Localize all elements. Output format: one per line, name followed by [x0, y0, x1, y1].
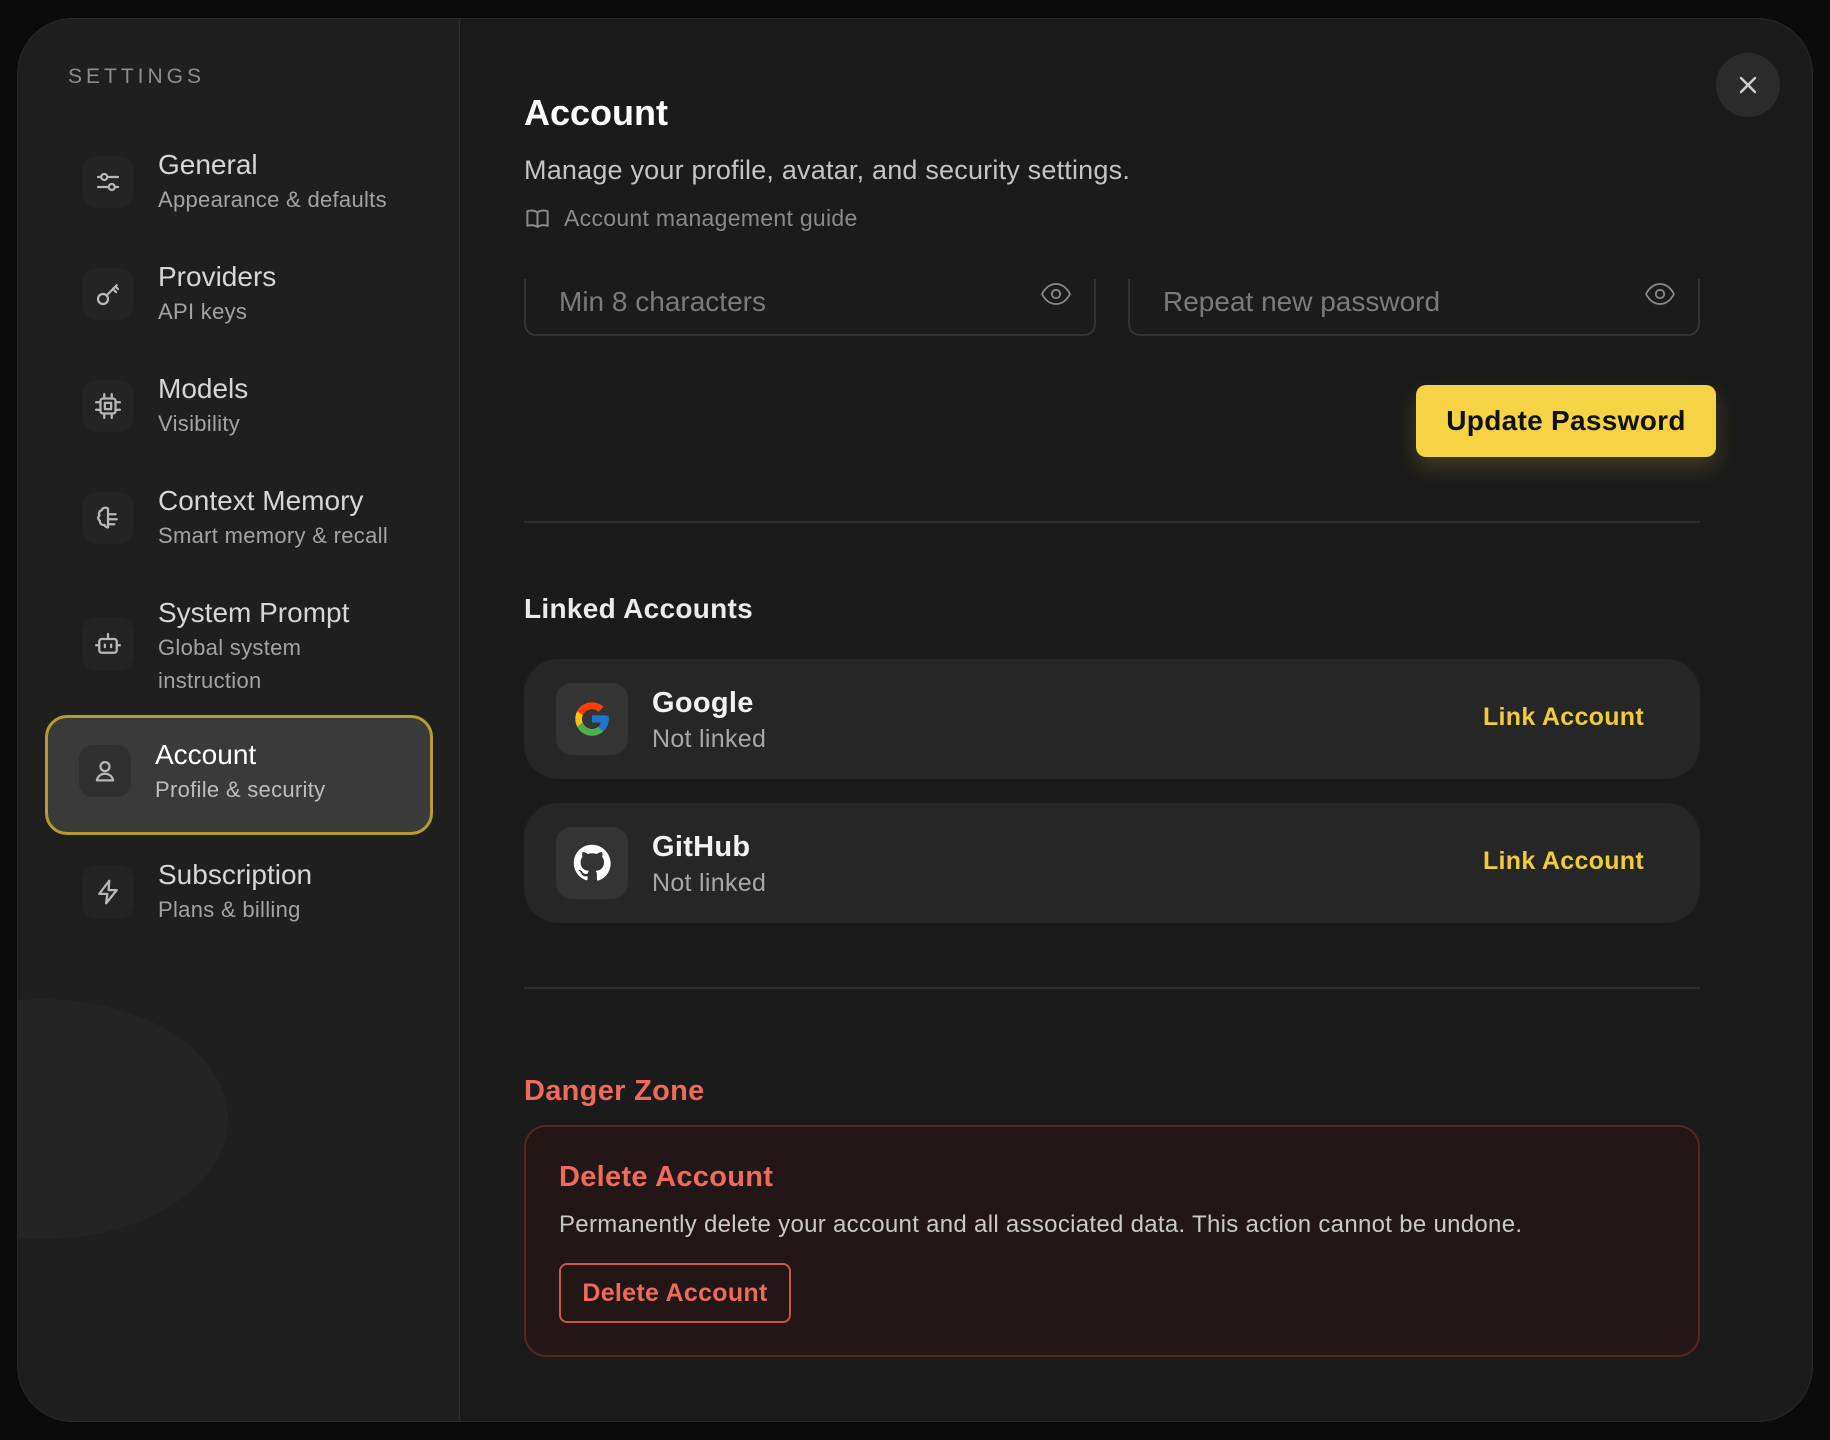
sidebar-item-account[interactable]: Account Profile & security [45, 715, 433, 835]
password-fields [524, 279, 1700, 336]
delete-account-heading: Delete Account [559, 1161, 774, 1193]
page-description: Manage your profile, avatar, and securit… [524, 155, 1131, 185]
account-link-status: Not linked [652, 869, 767, 897]
sidebar-item-subtitle: Global system instruction [158, 635, 302, 693]
account-provider-name: GitHub [652, 831, 751, 863]
section-divider [524, 521, 1700, 523]
brain-icon [82, 492, 134, 544]
confirm-password-field [1128, 279, 1700, 336]
chip-icon [82, 380, 134, 432]
account-panel: Account Manage your profile, avatar, and… [460, 19, 1812, 1421]
bot-icon [82, 618, 134, 670]
sidebar-item-subtitle: API keys [158, 299, 248, 324]
link-google-button[interactable]: Link Account [1483, 703, 1644, 732]
delete-account-description: Permanently delete your account and all … [559, 1211, 1523, 1238]
sidebar-item-subtitle: Appearance & defaults [158, 187, 387, 212]
sidebar-item-models[interactable]: Models Visibility [45, 349, 433, 461]
settings-modal: SETTINGS General Appearance & defaults P… [17, 18, 1813, 1422]
delete-account-box: Delete Account Permanently delete your a… [524, 1125, 1700, 1357]
sidebar-item-title: Context Memory [158, 485, 364, 516]
confirm-password-input[interactable] [1130, 279, 1698, 334]
show-confirm-password-toggle[interactable] [1644, 281, 1676, 307]
book-icon [526, 209, 549, 228]
sidebar-item-title: Models [158, 373, 249, 404]
eye-icon [1040, 283, 1072, 305]
sidebar-item-subtitle: Visibility [158, 411, 241, 436]
show-password-toggle[interactable] [1040, 281, 1072, 307]
sidebar-item-subtitle: Plans & billing [158, 897, 301, 922]
account-link-status: Not linked [652, 725, 767, 753]
close-icon [1739, 76, 1757, 94]
sidebar-item-subtitle: Smart memory & recall [158, 523, 389, 548]
close-button[interactable] [1716, 53, 1780, 117]
sliders-icon [82, 156, 134, 208]
update-password-button[interactable]: Update Password [1416, 385, 1716, 457]
sidebar-item-general[interactable]: General Appearance & defaults [45, 125, 433, 237]
sidebar-item-title: Account [155, 739, 257, 770]
google-icon [556, 683, 628, 755]
sidebar-item-providers[interactable]: Providers API keys [45, 237, 433, 349]
user-icon [79, 745, 131, 797]
danger-zone-title: Danger Zone [524, 1075, 705, 1107]
linked-account-github: GitHub Not linked Link Account [524, 803, 1700, 923]
account-guide-link[interactable]: Account management guide [524, 205, 1812, 232]
page-title: Account [524, 92, 668, 133]
decorative-blob [18, 999, 228, 1239]
bolt-icon [82, 866, 134, 918]
sidebar-item-title: Providers [158, 261, 277, 292]
settings-sidebar: SETTINGS General Appearance & defaults P… [18, 19, 460, 1421]
section-divider [524, 987, 1700, 989]
sidebar-item-title: System Prompt [158, 597, 350, 628]
sidebar-item-title: General [158, 149, 258, 180]
link-github-button[interactable]: Link Account [1483, 847, 1644, 876]
key-icon [82, 268, 134, 320]
new-password-field [524, 279, 1096, 336]
guide-link-label: Account management guide [564, 205, 858, 231]
linked-account-google: Google Not linked Link Account [524, 659, 1700, 779]
sidebar-item-subscription[interactable]: Subscription Plans & billing [45, 835, 433, 947]
account-provider-name: Google [652, 687, 754, 719]
sidebar-item-context-memory[interactable]: Context Memory Smart memory & recall [45, 461, 433, 573]
sidebar-item-system-prompt[interactable]: System Prompt Global system instruction [45, 573, 433, 715]
linked-accounts-title: Linked Accounts [524, 593, 754, 624]
delete-account-button[interactable]: Delete Account [559, 1263, 791, 1323]
sidebar-item-subtitle: Profile & security [155, 777, 326, 802]
github-icon [556, 827, 628, 899]
sidebar-heading: SETTINGS [68, 65, 206, 88]
new-password-input[interactable] [526, 279, 1094, 334]
eye-icon [1644, 283, 1676, 305]
sidebar-item-title: Subscription [158, 859, 313, 890]
